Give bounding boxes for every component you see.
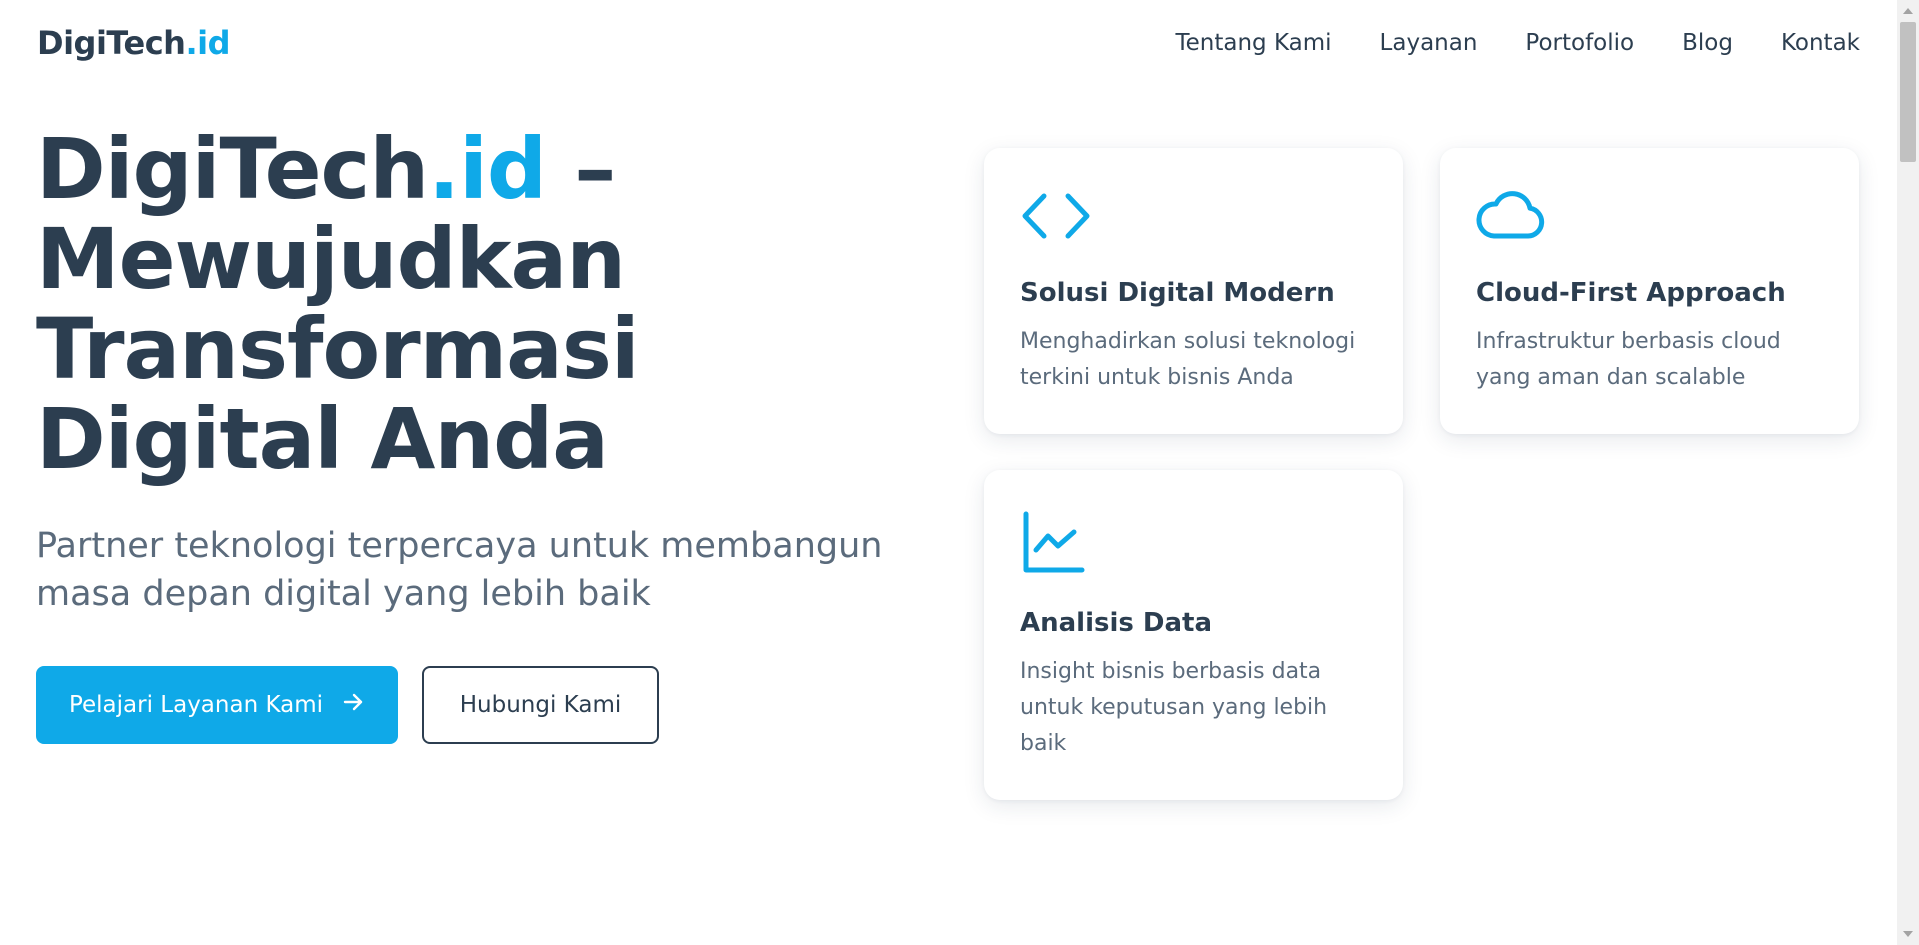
scroll-down-arrow-icon[interactable] [1897, 925, 1919, 943]
main-nav: Tentang Kami Layanan Portofolio Blog Kon… [1176, 30, 1861, 56]
learn-services-button[interactable]: Pelajari Layanan Kami [36, 666, 398, 744]
page: DigiTech.id Tentang Kami Layanan Portofo… [0, 0, 1897, 945]
hero-title-accent: .id [428, 120, 547, 218]
feature-card-solusi-digital: Solusi Digital Modern Menghadirkan solus… [984, 148, 1403, 434]
feature-title: Cloud-First Approach [1476, 278, 1786, 308]
scroll-up-arrow-icon[interactable] [1897, 2, 1919, 20]
hero-title-line4: Digital Anda [36, 390, 609, 488]
feature-card-cloud-first: Cloud-First Approach Infrastruktur berba… [1440, 148, 1859, 434]
logo-accent-text: .id [185, 24, 230, 62]
nav-link-tentang-kami[interactable]: Tentang Kami [1176, 30, 1332, 56]
feature-title: Solusi Digital Modern [1020, 278, 1335, 308]
contact-us-button[interactable]: Hubungi Kami [422, 666, 659, 744]
hero-title-dash: – [546, 120, 616, 218]
contact-us-label: Hubungi Kami [459, 692, 622, 718]
cloud-icon [1476, 186, 1548, 250]
feature-title: Analisis Data [1020, 608, 1213, 638]
nav-link-kontak[interactable]: Kontak [1781, 30, 1860, 56]
nav-link-portofolio[interactable]: Portofolio [1525, 30, 1634, 56]
scrollbar-thumb[interactable] [1900, 22, 1916, 162]
logo-text: DigiTech [37, 24, 186, 62]
site-header: DigiTech.id Tentang Kami Layanan Portofo… [0, 0, 1897, 90]
feature-description: Insight bisnis berbasis data untuk keput… [1020, 659, 1328, 756]
hero-title-line2: Mewujudkan [36, 210, 626, 308]
code-icon [1020, 186, 1092, 250]
nav-link-blog[interactable]: Blog [1682, 30, 1733, 56]
hero-title-line3: Transformasi [36, 300, 640, 398]
vertical-scrollbar[interactable] [1897, 0, 1919, 945]
chart-line-icon [1020, 510, 1086, 580]
feature-description: Menghadirkan solusi teknologi terkini un… [1020, 329, 1356, 390]
nav-link-layanan[interactable]: Layanan [1380, 30, 1478, 56]
site-logo[interactable]: DigiTech.id [37, 24, 230, 62]
feature-description: Infrastruktur berbasis cloud yang aman d… [1476, 329, 1781, 390]
hero-subtitle: Partner teknologi terpercaya untuk memba… [36, 526, 883, 614]
hero-title-brand: DigiTech [36, 120, 429, 218]
learn-services-label: Pelajari Layanan Kami [68, 692, 324, 718]
arrow-right-icon [341, 690, 365, 720]
hero-title: DigiTech.id – Mewujudkan Transformasi Di… [36, 124, 936, 484]
feature-card-analisis-data: Analisis Data Insight bisnis berbasis da… [984, 470, 1403, 800]
